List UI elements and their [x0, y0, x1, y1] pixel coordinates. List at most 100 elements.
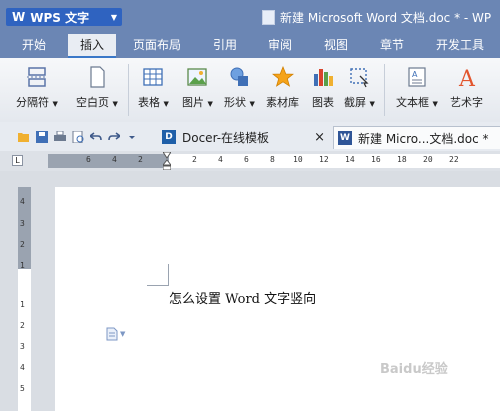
- ruler-tick: 18: [397, 155, 407, 164]
- ruler-tick: 5: [20, 384, 25, 393]
- undo-icon[interactable]: [90, 131, 102, 143]
- margin-crop-mark: [147, 285, 169, 286]
- ruler-tick: 2: [192, 155, 197, 164]
- ruler-tick: 1: [20, 261, 25, 270]
- ruler-tick: 10: [293, 155, 303, 164]
- ruler-tick: 8: [270, 155, 275, 164]
- tab-view[interactable]: 视图: [308, 34, 364, 58]
- chevron-down-icon: ▼: [163, 100, 169, 108]
- table-icon: [143, 68, 164, 86]
- chevron-down-icon: ▼: [112, 100, 118, 108]
- table-button[interactable]: 表格 ▼: [138, 66, 169, 110]
- ruler-tick: 14: [345, 155, 355, 164]
- ruler-tick: 4: [218, 155, 223, 164]
- textbox-label: 文本框: [396, 96, 429, 109]
- ruler-tick: 2: [20, 240, 25, 249]
- blank-page-label: 空白页: [76, 96, 109, 109]
- ruler-tick: 22: [449, 155, 459, 164]
- chevron-down-icon: ▼: [369, 100, 375, 108]
- clipart-label: 素材库: [266, 96, 299, 109]
- indent-marker-icon[interactable]: [163, 152, 171, 170]
- margin-crop-mark: [168, 264, 169, 286]
- textbox-icon: A: [408, 67, 426, 87]
- ruler-tick: 1: [20, 300, 25, 309]
- blank-page-button[interactable]: 空白页 ▼: [76, 66, 118, 110]
- app-menu-button[interactable]: W WPS 文字 ▼: [6, 8, 122, 26]
- wordart-label: 艺术字: [450, 96, 483, 109]
- open-folder-icon[interactable]: [18, 131, 30, 143]
- ribbon-separator: [384, 64, 385, 116]
- vertical-ruler[interactable]: 4 3 2 1 1 2 3 4 5: [18, 187, 31, 411]
- ruler-tick: 6: [86, 155, 91, 164]
- docer-logo-icon: D: [162, 130, 176, 144]
- wps-logo-icon: W: [12, 10, 26, 24]
- tab-start[interactable]: 开始: [0, 34, 68, 58]
- tab-stop-selector[interactable]: L: [12, 155, 23, 166]
- chevron-down-icon: ▼: [110, 12, 117, 22]
- shapes-button[interactable]: 形状 ▼: [224, 66, 255, 110]
- ribbon-separator: [128, 64, 129, 116]
- chevron-down-icon: ▼: [120, 330, 126, 338]
- quick-access-toolbar: D Docer-在线模板 × W 新建 Micro...文档.doc *: [0, 122, 500, 152]
- chart-button[interactable]: 图表: [312, 66, 334, 110]
- wordart-button[interactable]: A 艺术字: [450, 66, 483, 110]
- insert-ribbon: 分隔符 ▼ 空白页 ▼ 表格 ▼ 图片 ▼ 形状 ▼ 素材库 图表 截屏 ▼ A…: [0, 58, 500, 123]
- chevron-down-icon: ▼: [207, 100, 213, 108]
- horizontal-ruler[interactable]: 6 4 2 2 4 6 8 10 12 14 16 18 20 22: [48, 152, 500, 170]
- tab-docer-templates[interactable]: D Docer-在线模板 ×: [158, 126, 333, 148]
- tab-references[interactable]: 引用: [198, 34, 252, 58]
- ruler-tick: 20: [423, 155, 433, 164]
- star-icon: [271, 66, 294, 87]
- textbox-button[interactable]: A 文本框 ▼: [396, 66, 438, 110]
- ruler-tick: 2: [138, 155, 143, 164]
- chevron-down-icon: ▼: [52, 100, 58, 108]
- blank-page-icon: [90, 66, 105, 88]
- wordart-icon: A: [458, 67, 476, 88]
- doc-tab-label: Docer-在线模板: [182, 130, 270, 145]
- tab-review[interactable]: 审阅: [252, 34, 308, 58]
- tab-insert[interactable]: 插入: [68, 34, 116, 58]
- paste-icon: [106, 327, 118, 341]
- document-icon: [262, 10, 275, 25]
- tab-developer[interactable]: 开发工具: [420, 34, 500, 58]
- ruler-bar: L 6 4 2 2 4 6 8 10 12 14 16 18 20 22: [0, 151, 500, 171]
- doc-tab-label: 新建 Micro...文档.doc *: [358, 131, 489, 146]
- tab-page-layout[interactable]: 页面布局: [116, 34, 198, 58]
- tab-section[interactable]: 章节: [364, 34, 420, 58]
- chevron-down-icon: ▼: [432, 100, 438, 108]
- app-name: WPS 文字: [30, 10, 90, 25]
- ruler-tick: 2: [20, 321, 25, 330]
- clipart-button[interactable]: 素材库: [266, 66, 299, 110]
- svg-text:A: A: [412, 70, 418, 79]
- chevron-down-icon: ▼: [249, 100, 255, 108]
- page-break-icon: [26, 67, 47, 87]
- window-title: 新建 Microsoft Word 文档.doc * - WP: [262, 9, 491, 26]
- chart-label: 图表: [312, 96, 334, 109]
- page-break-button[interactable]: 分隔符 ▼: [16, 66, 58, 110]
- redo-icon[interactable]: [108, 131, 120, 143]
- shapes-icon: [230, 67, 249, 86]
- print-icon[interactable]: [54, 131, 66, 143]
- tab-current-document[interactable]: W 新建 Micro...文档.doc *: [333, 126, 500, 149]
- page-break-label: 分隔符: [16, 96, 49, 109]
- word-document-icon: W: [338, 131, 352, 145]
- screenshot-icon: [350, 68, 370, 88]
- watermark: Baidu经验: [380, 362, 448, 377]
- screenshot-button[interactable]: 截屏 ▼: [344, 66, 375, 110]
- paste-options-button[interactable]: ▼: [106, 327, 125, 341]
- close-icon[interactable]: ×: [314, 130, 325, 145]
- bar-chart-icon: [314, 69, 333, 86]
- ruler-tick: 16: [371, 155, 381, 164]
- picture-label: 图片: [182, 96, 204, 109]
- document-text[interactable]: 怎么设置 Word 文字竖向: [169, 288, 316, 307]
- table-label: 表格: [138, 96, 160, 109]
- chevron-down-icon[interactable]: [126, 131, 138, 143]
- save-icon[interactable]: [36, 131, 48, 143]
- ruler-tick: 3: [20, 219, 25, 228]
- ruler-tick: 3: [20, 342, 25, 351]
- picture-icon: [187, 68, 208, 86]
- screenshot-label: 截屏: [344, 96, 366, 109]
- window-title-text: 新建 Microsoft Word 文档.doc * - WP: [280, 11, 492, 25]
- print-preview-icon[interactable]: [72, 131, 84, 143]
- picture-button[interactable]: 图片 ▼: [182, 66, 213, 110]
